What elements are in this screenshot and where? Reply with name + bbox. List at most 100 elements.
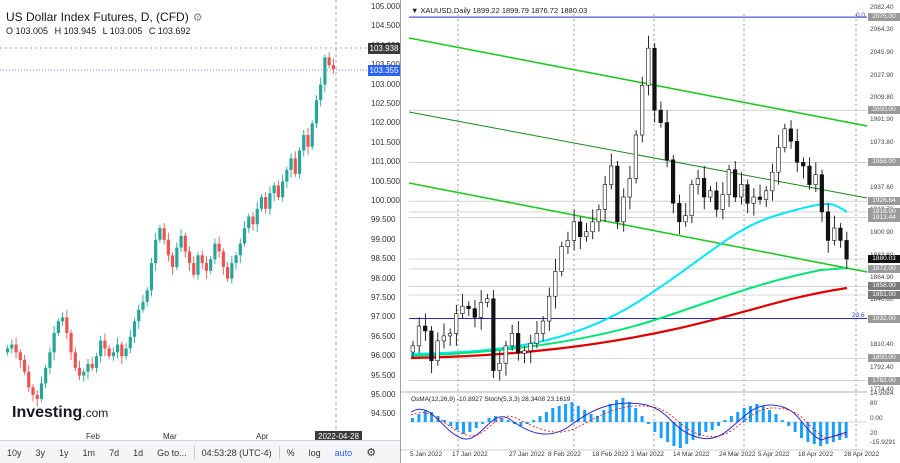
osma-histogram-bar [774,414,778,422]
candle-body [670,159,676,204]
candle-body [6,348,10,353]
level-price-tag: 1832.00 [868,314,900,323]
candle-body [478,302,484,318]
candle-body [302,135,306,151]
collapse-arrow-icon[interactable]: ▼ [411,6,418,15]
price-axis-label: 104.500 [371,21,400,31]
candle-body [571,221,577,241]
xauusd-axis-label: 1900.90 [870,229,894,237]
candle-body [90,363,94,368]
osma-histogram-bar [780,420,784,422]
candle-body [192,263,196,275]
candle-body [819,174,824,213]
candle-body [251,216,255,225]
candle-body [259,197,264,209]
candle-body [276,185,280,198]
fib-label-bottom: 23.6 [852,312,865,319]
price-axis-label: 96.000 [371,351,396,361]
price-axis-label: 103.000 [371,79,400,89]
candle-body [154,239,158,264]
range-1m-button[interactable]: 1m [76,448,103,458]
percent-toggle[interactable]: % [280,448,302,458]
range-1y-button[interactable]: 1y [52,448,76,458]
clock-timezone[interactable]: 04:53:28 (UTC-4) [195,448,279,458]
candle-body [757,196,762,200]
xauusd-axis-label: 1937.60 [870,183,894,191]
candle-body [410,345,415,353]
candle-body [503,345,508,364]
log-toggle[interactable]: log [302,448,328,458]
candle-body [14,344,18,353]
candle-body [158,228,162,240]
candle-body [86,363,90,372]
candle-body [602,184,608,210]
candle-body [255,208,259,225]
price-axis-label: 96.500 [371,331,396,341]
xauusd-time-label: 5 Jan 2022 [410,451,443,458]
candle-body [111,352,115,357]
candle-body [454,313,459,334]
range-7d-button[interactable]: 7d [102,448,126,458]
candle-body [553,271,558,297]
xauusd-axis-label: 1864.90 [870,273,894,281]
price-axis-label: 97.000 [371,312,396,322]
candle-body [27,371,31,388]
candle-body [466,305,471,309]
candle-body [82,371,86,376]
candle-body [272,185,276,194]
osma-histogram-bar [761,406,765,422]
candle-body [331,65,335,70]
candle-body [319,84,323,101]
candle-body [751,196,756,204]
auto-toggle[interactable]: auto [328,448,360,458]
ma-red-line [410,286,848,360]
xauusd-axis-label: 2064.30 [870,26,894,34]
candle-body [162,228,166,240]
candle-body [314,100,319,124]
settings-gear-icon[interactable]: ⚙ [193,12,203,24]
price-axis-label: 98.500 [371,254,396,264]
candle-body [522,350,527,354]
candle-body [559,246,564,272]
level-price-tag: 2075.00 [868,13,900,22]
xauusd-axis-label: 1792.40 [870,363,894,371]
price-axis-label: 99.500 [371,215,396,225]
osma-histogram-bar [640,416,644,422]
channel-upper-line [408,37,867,127]
candle-body [677,202,682,223]
range-1d-button[interactable]: 1d [126,448,150,458]
osma-histogram-bar [468,422,472,432]
candle-body [175,247,179,267]
candle-body [652,47,657,111]
goto-button[interactable]: Go to... [150,448,194,458]
osma-histogram-bar [844,422,848,438]
candle-body [807,165,812,185]
price-axis-label: 95.500 [371,370,396,380]
fib-label-top: 0.0 [856,12,866,19]
level-price-tag: 1880.03 [868,254,900,263]
chart-header: ▼ XAUUSD,Daily 1899.22 1899.79 1876.72 1… [411,6,587,15]
candle-body [609,165,614,185]
candle-body [788,128,793,142]
symbol-title[interactable]: US Dollar Index Futures, D, (CFD) ⚙ [6,10,203,24]
candle-body [247,216,251,229]
candle-body [578,221,583,238]
chart-settings-icon[interactable]: ⚙ [359,446,383,459]
candle-body [242,228,247,244]
dxy-candlestick-chart[interactable] [0,0,368,440]
candle-body [770,171,775,192]
candle-body [221,251,225,267]
candle-body [128,336,132,349]
osma-histogram-bar [411,418,414,422]
range-3y-button[interactable]: 3y [29,448,53,458]
candle-body [447,333,453,337]
candle-body [39,383,44,399]
xauusd-candlestick-chart[interactable] [401,0,867,463]
candle-body [234,255,238,264]
candle-body [31,387,35,395]
price-axis-label: 101.500 [371,137,400,147]
candle-body [18,352,22,361]
price-axis-label: 102.500 [371,99,400,108]
oscillator-axis-label: 20 [870,430,878,437]
range-10y-button[interactable]: 10y [0,448,29,458]
